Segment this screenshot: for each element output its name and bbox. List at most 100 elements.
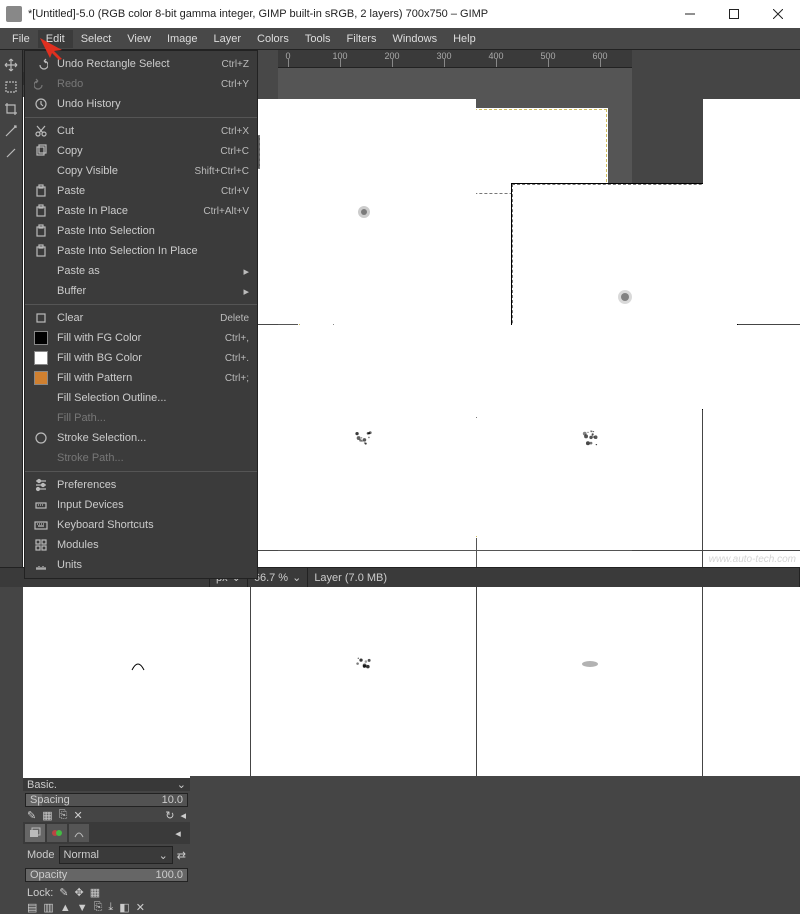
menu-view[interactable]: View [119,30,159,48]
menuitem-stroke-selection-[interactable]: Stroke Selection... [25,428,257,448]
menu-bar: FileEditSelectViewImageLayerColorsToolsF… [0,28,800,50]
lower-layer-button[interactable]: ▼ [77,902,88,914]
units-icon [33,557,49,573]
paint-tool-button[interactable] [2,144,20,162]
menuitem-buffer[interactable]: Buffer▸ [25,281,257,301]
menuitem-shortcut: Ctrl+X [221,126,249,137]
menuitem-label: Keyboard Shortcuts [57,519,249,531]
brush-cell[interactable] [477,325,702,550]
raise-layer-button[interactable]: ▲ [60,902,71,914]
refresh-brushes-button[interactable]: ↻ [165,809,174,822]
spacing-label: Spacing [26,794,162,806]
stroke-icon [33,430,49,446]
menuitem-shortcut: Ctrl+C [220,146,249,157]
menuitem-redo: RedoCtrl+Y [25,74,257,94]
menu-select[interactable]: Select [73,30,120,48]
menuitem-fill-with-fg-color[interactable]: Fill with FG ColorCtrl+, [25,328,257,348]
edit-brush-button[interactable]: ✎ [27,809,36,822]
mode-switch-button[interactable]: ⇄ [177,849,186,862]
menuitem-fill-selection-outline-[interactable]: Fill Selection Outline... [25,388,257,408]
menuitem-shortcut: Ctrl+Z [222,59,250,70]
menuitem-shortcut: Shift+Ctrl+C [195,166,249,177]
history-icon [33,96,49,112]
duplicate-layer-button[interactable]: ⎘ [94,901,103,914]
menuitem-clear[interactable]: ClearDelete [25,308,257,328]
chevron-down-icon: ⌄ [159,849,168,862]
blank-icon [33,410,49,426]
brush-cell[interactable] [251,325,476,550]
lock-pixels-button[interactable]: ✎ [59,886,68,899]
menuitem-label: Undo Rectangle Select [57,58,214,70]
menu-layer[interactable]: Layer [206,30,250,48]
opacity-label: Opacity [26,869,155,881]
menuitem-modules[interactable]: Modules [25,535,257,555]
watermark: www.auto-tech.com [709,554,796,565]
menuitem-copy[interactable]: CopyCtrl+C [25,141,257,161]
menuitem-cut[interactable]: Cut Ctrl+X [25,121,257,141]
duplicate-brush-button[interactable]: ⎘ [59,809,68,822]
menuitem-shortcut: Ctrl+; [225,373,249,384]
menuitem-paste-into-selection[interactable]: Paste Into Selection [25,221,257,241]
delete-layer-button[interactable]: ✕ [136,901,145,914]
lock-position-button[interactable]: ✥ [75,886,84,899]
annotation-arrow-icon [38,36,72,63]
menuitem-paste[interactable]: PasteCtrl+V [25,181,257,201]
menuitem-label: Redo [57,78,213,90]
menu-file[interactable]: File [4,30,38,48]
delete-brush-button[interactable]: ✕ [73,809,82,822]
menu-colors[interactable]: Colors [249,30,297,48]
mask-button[interactable]: ◧ [119,901,129,914]
layer-lock-row: Lock: ✎ ✥ ▦ [23,884,190,901]
menuitem-paste-into-selection-in-place[interactable]: Paste Into Selection In Place [25,241,257,261]
brush-menu-button[interactable]: ◂ [180,809,186,822]
blend-mode-value: Normal [64,849,99,861]
new-brush-button[interactable]: ▦ [42,809,52,822]
brush-cell[interactable] [251,99,476,324]
transform-tool-button[interactable] [2,122,20,140]
menu-tools[interactable]: Tools [297,30,339,48]
menuitem-shortcut: Ctrl+, [225,333,249,344]
paste-icon [33,183,49,199]
layers-tab[interactable] [25,824,45,842]
menuitem-undo-history[interactable]: Undo History [25,94,257,114]
layer-actions-row: ▤ ▥ ▲ ▼ ⎘ ⤓ ◧ ✕ [23,901,190,914]
spacing-value: 10.0 [162,794,187,806]
new-layer-button[interactable]: ▤ [27,901,37,914]
menu-windows[interactable]: Windows [384,30,445,48]
blend-mode-select[interactable]: Normal ⌄ [59,846,173,864]
menuitem-paste-as[interactable]: Paste as▸ [25,261,257,281]
menuitem-label: Paste Into Selection In Place [57,245,249,257]
brush-cell[interactable] [703,325,800,550]
status-info-text: Layer (7.0 MB) [314,572,387,584]
window-maximize-button[interactable] [712,0,756,28]
rect-select-tool-button[interactable] [2,78,20,96]
menuitem-fill-with-pattern[interactable]: Fill with PatternCtrl+; [25,368,257,388]
menuitem-input-devices[interactable]: Input Devices [25,495,257,515]
move-tool-button[interactable] [2,56,20,74]
menuitem-preferences[interactable]: Preferences [25,475,257,495]
merge-down-button[interactable]: ⤓ [108,901,113,914]
menuitem-fill-with-bg-color[interactable]: Fill with BG ColorCtrl+. [25,348,257,368]
paths-tab[interactable] [69,824,89,842]
layer-opacity-slider[interactable]: Opacity 100.0 [25,868,188,882]
window-close-button[interactable] [756,0,800,28]
new-group-button[interactable]: ▥ [43,901,53,914]
menuitem-copy-visible[interactable]: Copy VisibleShift+Ctrl+C [25,161,257,181]
lock-label: Lock: [27,887,53,899]
window-minimize-button[interactable] [668,0,712,28]
menu-filters[interactable]: Filters [339,30,385,48]
status-info: Layer (7.0 MB) [308,568,800,587]
crop-tool-button[interactable] [2,100,20,118]
brush-cell[interactable] [703,99,800,324]
menu-help[interactable]: Help [445,30,484,48]
lock-alpha-button[interactable]: ▦ [90,886,100,899]
dock-menu-button[interactable]: ◂ [168,824,188,842]
brush-preset-row[interactable]: Basic. ⌄ [23,778,190,791]
menuitem-units[interactable]: Units [25,555,257,575]
menuitem-paste-in-place[interactable]: Paste In PlaceCtrl+Alt+V [25,201,257,221]
menuitem-keyboard-shortcuts[interactable]: Keyboard Shortcuts [25,515,257,535]
menu-image[interactable]: Image [159,30,206,48]
menuitem-label: Cut [57,125,213,137]
channels-tab[interactable] [47,824,67,842]
brush-spacing-slider[interactable]: Spacing 10.0 [25,793,188,807]
